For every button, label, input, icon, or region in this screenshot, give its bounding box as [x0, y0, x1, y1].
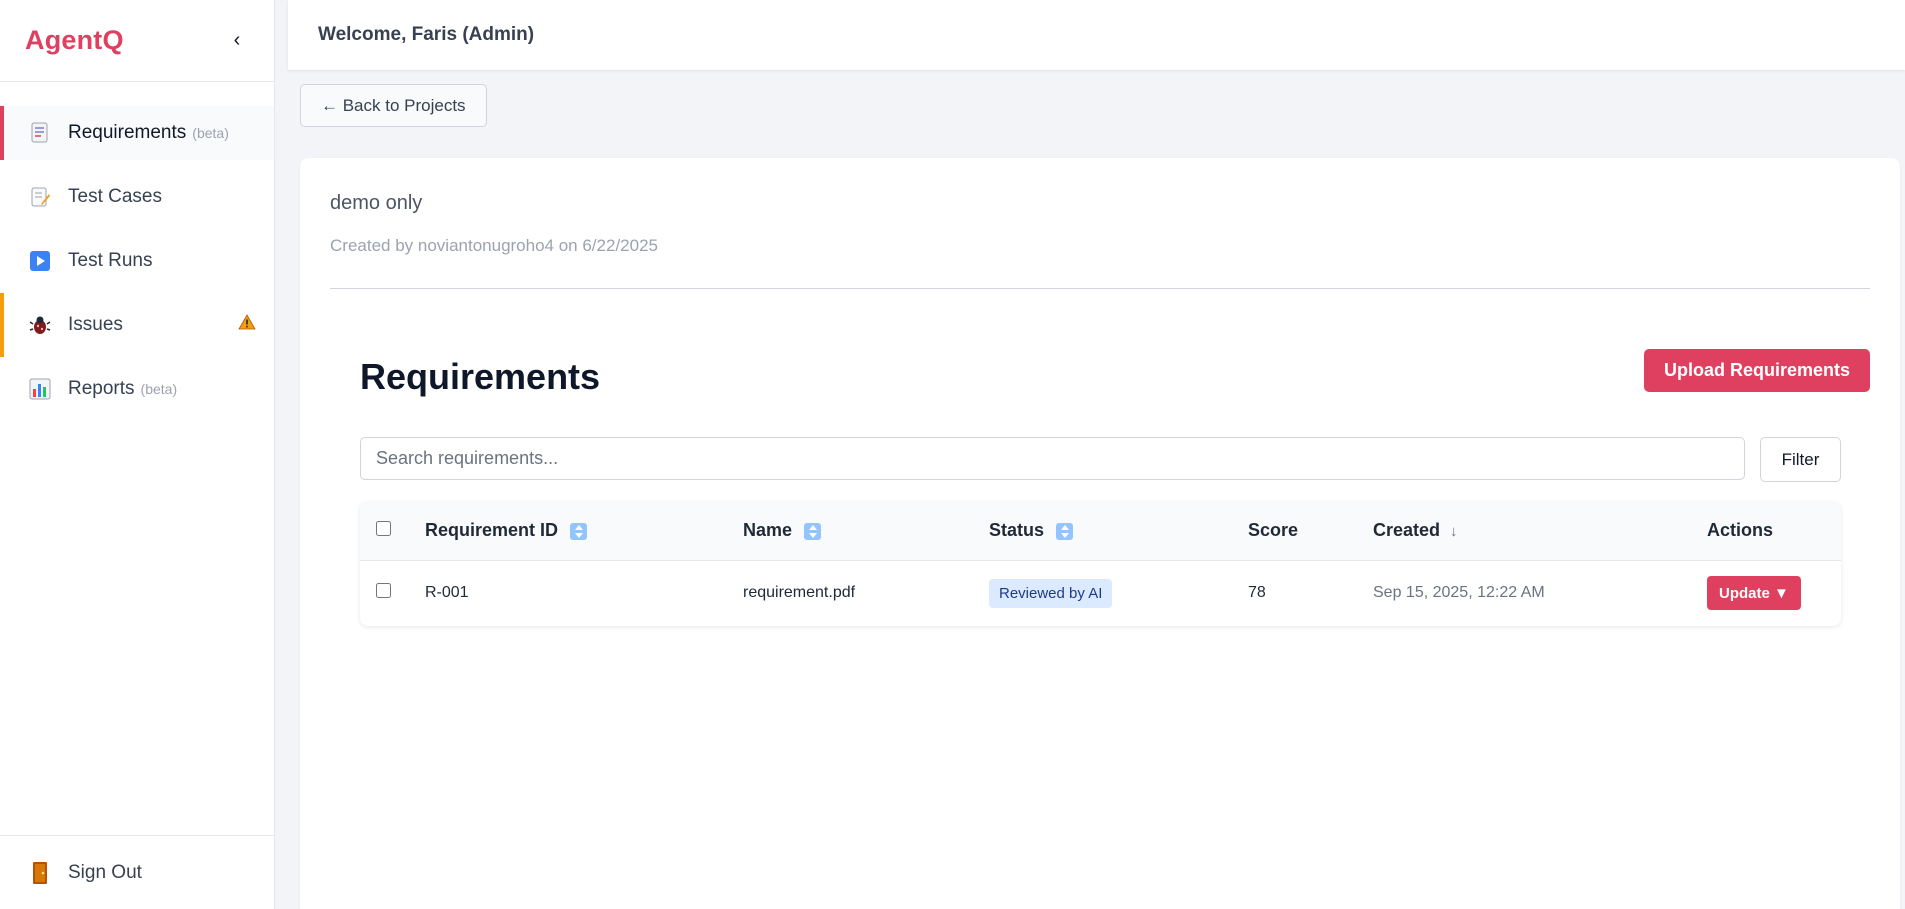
row-select-cell — [360, 560, 425, 626]
column-label: Requirement ID — [425, 520, 559, 541]
column-actions: Actions — [1707, 502, 1841, 560]
sign-out-icon — [28, 861, 52, 885]
project-card: demo only Created by noviantonugroho4 on… — [300, 158, 1900, 909]
sidebar-item-label: Test Cases — [68, 186, 162, 207]
top-header: Welcome, Faris (Admin) — [288, 0, 1905, 70]
project-name: demo only — [330, 192, 423, 214]
update-dropdown-button[interactable]: Update ▼ — [1707, 576, 1801, 611]
column-name[interactable]: Name — [743, 502, 989, 560]
row-checkbox[interactable] — [376, 583, 391, 599]
sidebar-item-label: Requirements — [68, 122, 187, 143]
test-runs-icon — [28, 249, 52, 273]
column-label: Score — [1248, 520, 1299, 541]
project-meta: Created by noviantonugroho4 on 6/22/2025 — [330, 236, 658, 255]
header-select-cell — [360, 502, 425, 560]
sidebar-item-label: Issues — [68, 314, 123, 335]
sign-out-label: Sign Out — [68, 861, 142, 883]
select-all-checkbox[interactable] — [376, 521, 391, 537]
divider — [330, 288, 1870, 289]
reports-icon — [28, 377, 52, 401]
requirements-table: Requirement ID Name Status Score Created… — [360, 502, 1841, 626]
cell-score: 78 — [1248, 584, 1266, 602]
sort-icon[interactable] — [570, 523, 588, 540]
upload-requirements-button[interactable]: Upload Requirements — [1643, 349, 1870, 392]
sidebar: AgentQ ‹ Requirements (beta) Test Cases … — [0, 0, 275, 909]
test-cases-icon — [28, 185, 52, 209]
collapse-sidebar-button[interactable]: ‹ — [225, 29, 249, 52]
sidebar-item-test-cases[interactable]: Test Cases — [0, 170, 274, 224]
column-label: Status — [989, 520, 1045, 541]
column-label: Actions — [1707, 520, 1774, 541]
sidebar-item-test-runs[interactable]: Test Runs — [0, 234, 274, 288]
brand-row: AgentQ ‹ — [0, 0, 274, 82]
table-header-row: Requirement ID Name Status Score Created… — [360, 502, 1841, 560]
sidebar-item-issues[interactable]: Issues — [0, 293, 274, 357]
cell-created: Sep 15, 2025, 12:22 AM — [1373, 584, 1545, 602]
welcome-text: Welcome, Faris (Admin) — [318, 24, 535, 45]
column-label: Created — [1373, 520, 1441, 541]
sidebar-item-label: Test Runs — [68, 250, 153, 271]
requirements-icon — [28, 121, 52, 145]
sidebar-nav: Requirements (beta) Test Cases Test Runs… — [0, 82, 274, 416]
beta-tag: (beta) — [192, 125, 229, 141]
sidebar-item-label: Reports — [68, 378, 135, 399]
beta-tag: (beta) — [140, 381, 178, 397]
column-label: Name — [743, 520, 793, 541]
sign-out-button[interactable]: Sign Out — [0, 835, 275, 909]
table-row[interactable]: R-001 requirement.pdf Reviewed by AI 78 … — [360, 560, 1841, 626]
cell-actions: Update ▼ — [1707, 560, 1841, 626]
cell-name: requirement.pdf — [743, 584, 856, 602]
issues-icon — [28, 313, 52, 337]
warning-icon — [238, 314, 256, 336]
back-to-projects-button[interactable]: ← Back to Projects — [300, 84, 487, 127]
column-score: Score — [1248, 502, 1373, 560]
sort-icon[interactable] — [804, 523, 822, 540]
cell-requirement-id: R-001 — [425, 584, 469, 602]
column-status[interactable]: Status — [989, 502, 1248, 560]
sort-icon[interactable] — [1056, 523, 1074, 540]
status-badge: Reviewed by AI — [989, 578, 1113, 608]
sort-down-icon[interactable]: ↓ — [1450, 523, 1458, 540]
sidebar-item-requirements[interactable]: Requirements (beta) — [0, 106, 274, 160]
sidebar-item-reports[interactable]: Reports (beta) — [0, 362, 274, 416]
page-title: Requirements — [360, 356, 601, 397]
filter-button[interactable]: Filter — [1760, 437, 1841, 482]
brand-logo[interactable]: AgentQ — [25, 25, 124, 56]
column-requirement-id[interactable]: Requirement ID — [425, 502, 743, 560]
search-input[interactable] — [360, 437, 1745, 480]
cell-status: Reviewed by AI — [989, 560, 1248, 626]
column-created[interactable]: Created ↓ — [1373, 502, 1707, 560]
